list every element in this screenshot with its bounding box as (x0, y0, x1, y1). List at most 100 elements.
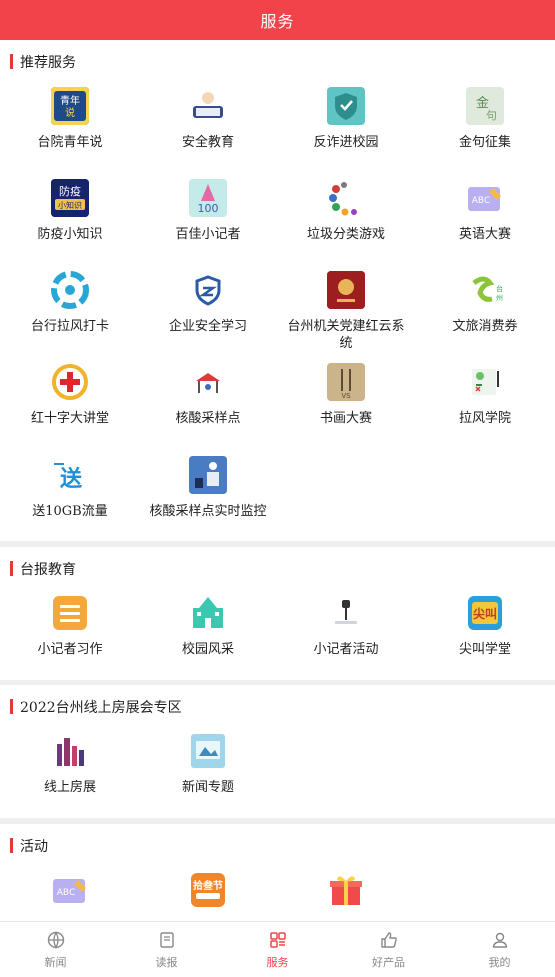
safety-education-icon (189, 87, 227, 125)
nucleic-test-site-icon (189, 363, 227, 401)
svg-text:尖叫: 尖叫 (473, 606, 497, 621)
service-item-youth-talk[interactable]: 青年说 台院青年说 (1, 87, 139, 151)
service-label: 线上房展 (43, 780, 96, 795)
service-item-online-house-expo[interactable]: 线上房展 (1, 732, 139, 796)
service-item-lafeng-academy[interactable]: 拉风学院 (416, 363, 554, 427)
service-label: 台州机关党建红云系统 (287, 319, 405, 351)
svg-text:说: 说 (65, 106, 75, 119)
section-accent-bar (10, 561, 13, 576)
news-globe-icon (47, 931, 64, 949)
service-label: 小记者活动 (313, 642, 379, 657)
service-label: 安全教育 (181, 135, 234, 150)
service-item-reporter-writing[interactable]: 小记者习作 (1, 594, 139, 658)
service-label: 尖叫学堂 (458, 642, 511, 657)
service-item-checkin[interactable]: 台行拉风打卡 (1, 271, 139, 335)
user-icon (492, 932, 507, 948)
service-item-calligraphy[interactable]: VS 书画大赛 (277, 363, 415, 427)
free-data-icon: 送 (51, 456, 89, 494)
service-label: 新闻专题 (181, 780, 234, 795)
section-title: 推荐服务 (20, 54, 76, 71)
reporter-activity-icon (327, 594, 365, 632)
tab-good-products[interactable]: 好产品 (333, 922, 444, 977)
calligraphy-contest-icon: VS (327, 363, 365, 401)
svg-text:VS: VS (341, 392, 351, 400)
service-label: 金句征集 (458, 135, 511, 150)
service-item-anti-fraud[interactable]: 反诈进校园 (277, 87, 415, 151)
service-item-campus-style[interactable]: 校园风采 (139, 594, 277, 658)
news-topic-icon (189, 732, 227, 770)
service-label: 书画大赛 (319, 411, 372, 426)
section-activities: 活动 ABC 拾叁节 (0, 824, 555, 921)
service-item-top-reporter[interactable]: 100 百佳小记者 (139, 179, 277, 243)
section-header: 推荐服务 (10, 53, 76, 71)
youth-talk-icon: 青年说 (51, 87, 89, 125)
service-label: 百佳小记者 (175, 227, 241, 242)
section-title: 2022台州线上房展会专区 (20, 699, 182, 716)
service-item-epidemic-tips[interactable]: 防疫 小知识 防疫小知识 (1, 179, 139, 243)
lafeng-academy-icon (466, 363, 504, 401)
service-item-enterprise-safety[interactable]: 企业安全学习 (139, 271, 277, 335)
tab-mine[interactable]: 我的 (444, 922, 555, 977)
svg-text:防疫: 防疫 (59, 184, 81, 198)
festival-activity-icon: 拾叁节 (189, 871, 227, 909)
service-item-english-contest[interactable]: ABC 英语大赛 (416, 179, 554, 243)
thumbs-up-icon (380, 931, 397, 948)
top-bar: 服务 (0, 0, 555, 40)
epidemic-tips-icon: 防疫 小知识 (51, 179, 89, 217)
garbage-sort-icon (327, 179, 365, 217)
online-house-expo-icon (51, 732, 89, 770)
service-item-nucleic-site[interactable]: 核酸采样点 (139, 363, 277, 427)
service-label: 反诈进校园 (313, 135, 379, 150)
service-label: 红十字大讲堂 (30, 411, 109, 426)
services-scroll-area[interactable]: 推荐服务 青年说 台院青年说 安全教育 反诈进校园 金 句 金句征集 防疫 小知… (0, 40, 555, 921)
section-recommended: 推荐服务 青年说 台院青年说 安全教育 反诈进校园 金 句 金句征集 防疫 小知… (0, 40, 555, 541)
service-item-scream-class[interactable]: 尖叫 尖叫学堂 (416, 594, 554, 658)
tab-read-paper[interactable]: 读报 (111, 922, 222, 977)
service-label: 校园风采 (181, 642, 234, 657)
service-label: 核酸采样点 (175, 411, 241, 426)
svg-text:ABC: ABC (472, 196, 490, 206)
service-label: 拉风学院 (458, 411, 511, 426)
tab-news[interactable]: 新闻 (0, 922, 111, 977)
section-header: 2022台州线上房展会专区 (10, 698, 182, 716)
activity-item[interactable] (277, 871, 415, 909)
red-cross-icon (51, 363, 89, 401)
tab-label: 我的 (488, 955, 511, 969)
svg-text:句: 句 (486, 109, 497, 122)
english-contest-icon: ABC (466, 179, 504, 217)
service-item-golden-quote[interactable]: 金句 金句征集 (416, 87, 554, 151)
checkin-icon (51, 271, 89, 309)
service-item-nucleic-monitor[interactable]: 核酸采样点实时监控 (139, 456, 277, 520)
svg-text:送: 送 (60, 466, 82, 492)
svg-text:ABC: ABC (57, 888, 75, 898)
service-item-free-data[interactable]: 送 送10GB流量 (1, 456, 139, 520)
travel-voucher-icon: 台州 (466, 271, 504, 309)
service-item-red-cross[interactable]: 红十字大讲堂 (1, 363, 139, 427)
golden-quote-icon: 金句 (466, 87, 504, 125)
service-label: 小记者习作 (37, 642, 103, 657)
party-building-icon (327, 271, 365, 309)
activity-item[interactable]: 拾叁节 (139, 871, 277, 909)
svg-text:100: 100 (198, 202, 219, 215)
service-item-reporter-activity[interactable]: 小记者活动 (277, 594, 415, 658)
tab-services[interactable]: 服务 (222, 922, 333, 977)
enterprise-safety-icon (189, 271, 227, 309)
activity-item[interactable]: ABC (1, 871, 139, 909)
top-reporter-icon: 100 (189, 179, 227, 217)
anti-fraud-shield-icon (327, 87, 365, 125)
service-item-safety-education[interactable]: 安全教育 (139, 87, 277, 151)
tab-label: 新闻 (44, 955, 67, 969)
service-item-garbage-sort[interactable]: 垃圾分类游戏 (277, 179, 415, 243)
section-title: 活动 (20, 838, 48, 855)
campus-style-icon (189, 594, 227, 632)
page-title: 服务 (260, 12, 295, 31)
svg-text:州: 州 (496, 294, 503, 302)
service-item-news-topic[interactable]: 新闻专题 (139, 732, 277, 796)
service-label: 台行拉风打卡 (30, 319, 109, 334)
service-label: 英语大赛 (458, 227, 511, 242)
nucleic-monitor-icon (189, 456, 227, 494)
service-label: 核酸采样点实时监控 (149, 504, 267, 519)
service-item-travel-voucher[interactable]: 台州 文旅消费券 (416, 271, 554, 335)
service-label: 企业安全学习 (168, 319, 247, 334)
service-item-party-building[interactable]: 台州机关党建红云系统 (277, 271, 415, 352)
